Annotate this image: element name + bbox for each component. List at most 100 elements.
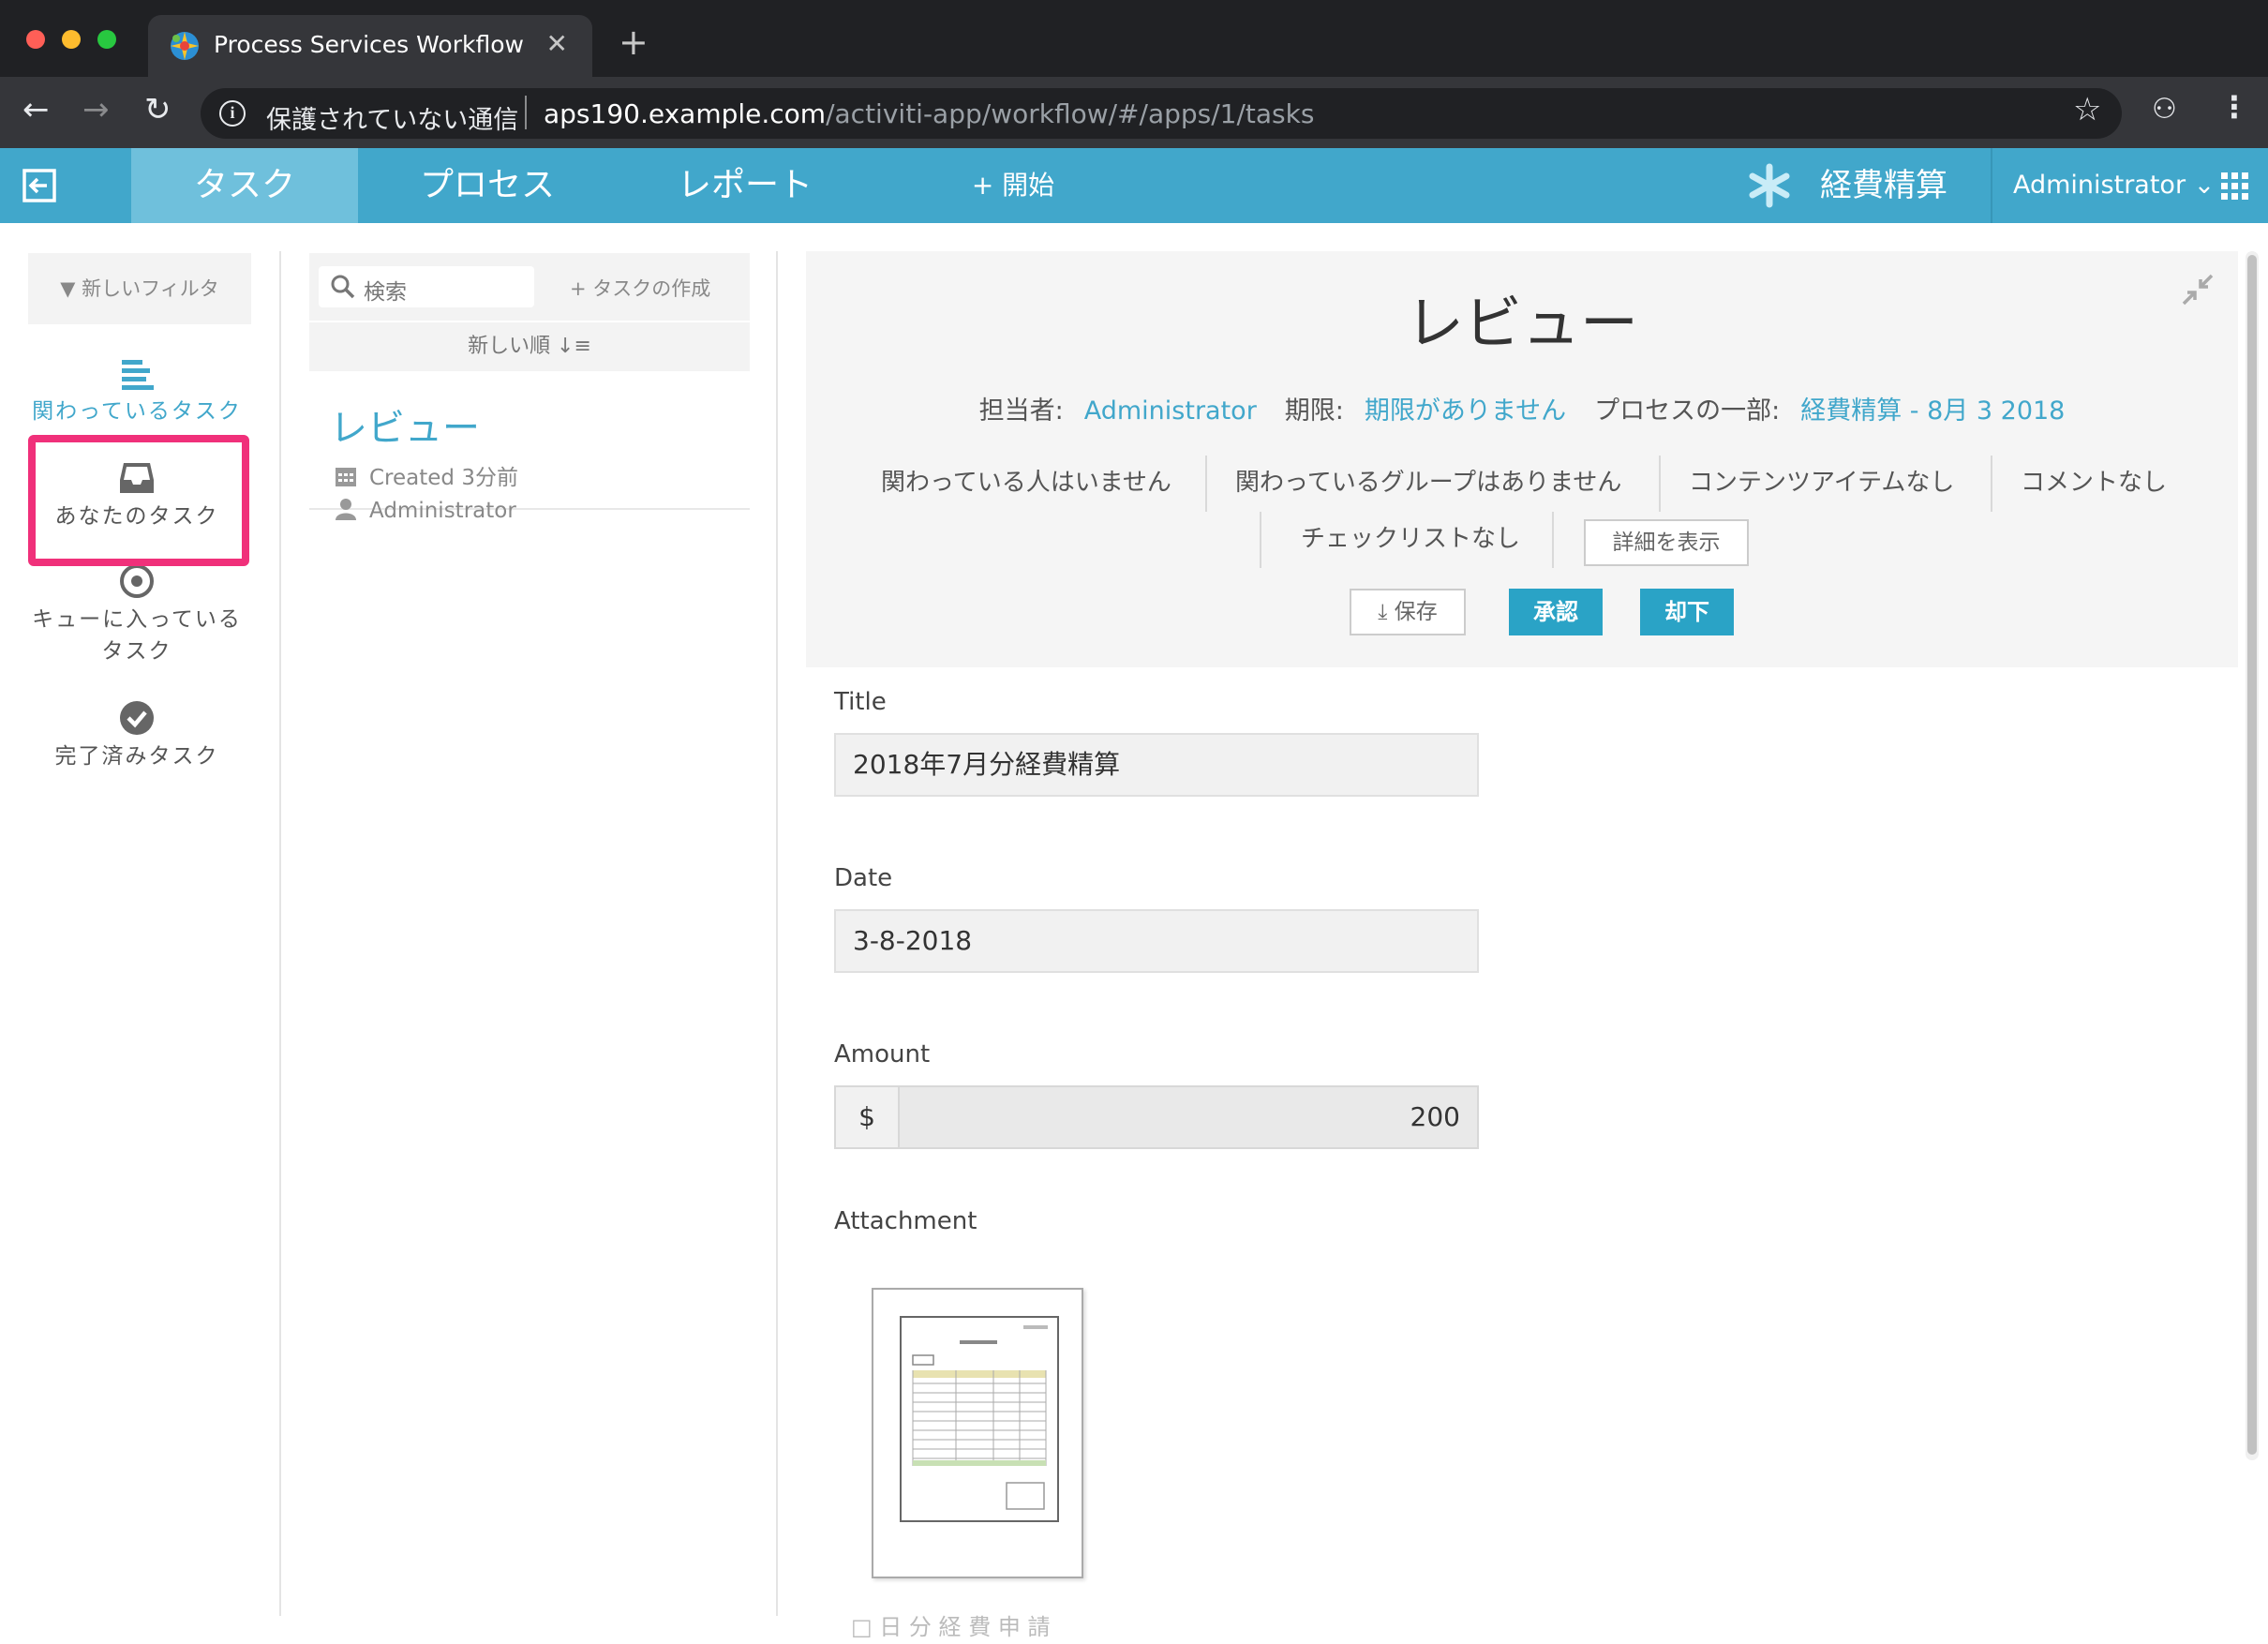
show-details-button[interactable]: 詳細を表示 (1584, 519, 1749, 566)
attachment-label: Attachment (834, 1207, 977, 1235)
task-created-text: Created 3分前 (369, 466, 518, 490)
list-icon (122, 360, 154, 390)
new-filter-button[interactable]: ▼ 新しいフィルタ (28, 253, 251, 324)
url-host: aps190.example.com (544, 98, 827, 129)
browser-tab[interactable]: Process Services Workflow ✕ (148, 15, 592, 77)
approve-button[interactable]: 承認 (1509, 589, 1603, 635)
task-list-toolbar: 検索 + タスクの作成 (309, 253, 750, 321)
stat-divider (1205, 456, 1207, 512)
task-list-item[interactable]: レビュー Created 3分前 Administrator (309, 371, 750, 523)
url-path: /activiti-app/workflow/#/apps/1/tasks (826, 98, 1315, 129)
create-task-button[interactable]: + タスクの作成 (570, 274, 710, 302)
apps-grid-icon[interactable] (2221, 172, 2249, 201)
search-input[interactable]: 検索 (319, 266, 534, 307)
document-preview-icon (900, 1316, 1059, 1522)
app-asterisk-icon (1749, 163, 1790, 208)
column-divider (776, 251, 778, 1616)
browser-tab-bar: Process Services Workflow ✕ + (0, 0, 2268, 77)
app-header: タスク プロセス レポート + 開始 経費精算 Administrator ⌄ (0, 148, 2268, 223)
task-title: レビュー (1405, 289, 1638, 357)
due-label: 期限: (1284, 396, 1344, 426)
filter-involved-tasks[interactable]: 関わっているタスク (26, 354, 247, 427)
maximize-window-button[interactable] (97, 30, 116, 49)
task-filters: ▼ 新しいフィルタ 関わっているタスク あなたのタスク キューに入っているタスク… (0, 223, 281, 1644)
back-arrow-icon[interactable]: ← (22, 94, 50, 126)
target-icon (120, 564, 154, 598)
back-to-landing-icon[interactable] (21, 167, 58, 204)
stat-divider (1552, 512, 1554, 568)
attachment-caption: □ 日 分 経 費 申 請 (851, 1614, 1051, 1640)
due-date-link[interactable]: 期限がありません (1365, 396, 1566, 426)
filter-completed-tasks[interactable]: 完了済みタスク (26, 699, 247, 772)
search-icon (331, 275, 355, 299)
amount-field[interactable]: $ 200 (834, 1085, 1479, 1149)
user-menu[interactable]: Administrator ⌄ (2013, 148, 2215, 223)
currency-prefix: $ (836, 1087, 900, 1147)
title-field[interactable]: 2018年7月分経費精算 (834, 733, 1479, 797)
task-assignee: Administrator (334, 497, 516, 523)
process-link[interactable]: 経費精算 - 8月 3 2018 (1800, 396, 2065, 426)
nav-tab-reports[interactable]: レポート (656, 148, 834, 223)
tab-close-icon[interactable]: ✕ (546, 28, 568, 59)
stat-divider (1659, 456, 1661, 512)
task-created: Created 3分前 (334, 459, 518, 491)
sort-toggle[interactable]: 新しい順 ↓≡ (309, 322, 750, 371)
task-detail-header: レビュー 担当者: Administrator 期限: 期限がありません プロセスの一部… (806, 251, 2238, 667)
collapse-icon[interactable] (2180, 272, 2216, 307)
checklist[interactable]: チェックリストなし (1301, 519, 1520, 554)
task-name: レビュー (330, 407, 480, 450)
column-divider (279, 251, 281, 1616)
browser-toolbar: ← → ↻ i 保護されていない通信 aps190.example.com/ac… (0, 77, 2268, 148)
task-assignee-text: Administrator (369, 499, 516, 523)
new-tab-button[interactable]: + (619, 24, 649, 60)
url-text[interactable]: aps190.example.com/activiti-app/workflow… (544, 98, 1314, 129)
reload-icon[interactable]: ↻ (144, 94, 172, 126)
amount-field-label: Amount (834, 1040, 931, 1069)
filter-label: 完了済みタスク (54, 744, 219, 769)
groups-involved[interactable]: 関わっているグループはありません (1235, 463, 1621, 498)
title-field-label: Title (834, 688, 887, 716)
filter-label: キューに入っているタスク (32, 607, 242, 664)
address-bar[interactable]: i 保護されていない通信 aps190.example.com/activiti… (201, 88, 2122, 139)
stat-divider (1991, 456, 1992, 512)
content-items[interactable]: コンテンツアイテムなし (1689, 463, 1954, 498)
tab-title: Process Services Workflow (214, 31, 524, 58)
assignee-link[interactable]: Administrator (1084, 396, 1257, 426)
amount-value: 200 (1410, 1101, 1460, 1132)
check-circle-icon (120, 701, 154, 735)
minimize-window-button[interactable] (62, 30, 81, 49)
filter-label: 関わっているタスク (32, 399, 242, 424)
security-status: 保護されていない通信 (266, 106, 519, 135)
header-divider (1991, 148, 1992, 223)
search-placeholder: 検索 (364, 280, 407, 305)
attachment-thumbnail[interactable] (872, 1288, 1083, 1578)
date-field-label: Date (834, 864, 893, 892)
people-involved[interactable]: 関わっている人はいません (881, 463, 1171, 498)
user-icon (336, 499, 356, 520)
document-page-icon (912, 1325, 1048, 1510)
start-process-button[interactable]: + 開始 (943, 148, 1083, 223)
highlight-annotation (28, 435, 249, 566)
date-field[interactable]: 3-8-2018 (834, 909, 1479, 973)
comments[interactable]: コメントなし (2021, 463, 2167, 498)
app-favicon-icon (171, 32, 199, 60)
stat-divider (1260, 512, 1261, 568)
reject-button[interactable]: 却下 (1640, 589, 1734, 635)
bookmark-star-icon[interactable]: ☆ (2073, 94, 2101, 126)
calendar-icon (336, 468, 356, 486)
task-meta-line: 担当者: Administrator 期限: 期限がありません プロセスの一部: 経費精算… (806, 390, 2238, 426)
nav-tab-processes[interactable]: プロセス (403, 148, 572, 223)
nav-tab-tasks[interactable]: タスク (131, 148, 358, 223)
scrollbar-thumb[interactable] (2247, 255, 2257, 1455)
close-window-button[interactable] (26, 30, 45, 49)
assignee-label: 担当者: (978, 396, 1064, 426)
browser-menu-icon[interactable]: ⋮ (2219, 92, 2249, 122)
process-label: プロセスの一部: (1594, 396, 1781, 426)
save-button[interactable]: ⤓ 保存 (1350, 589, 1466, 635)
info-icon[interactable]: i (219, 100, 246, 127)
filter-queued-tasks[interactable]: キューに入っているタスク (26, 562, 247, 667)
app-name: 経費精算 (1820, 167, 1947, 204)
url-separator (525, 96, 527, 129)
forward-arrow-icon[interactable]: → (82, 94, 110, 126)
incognito-icon[interactable]: ⚇ (2152, 96, 2177, 124)
